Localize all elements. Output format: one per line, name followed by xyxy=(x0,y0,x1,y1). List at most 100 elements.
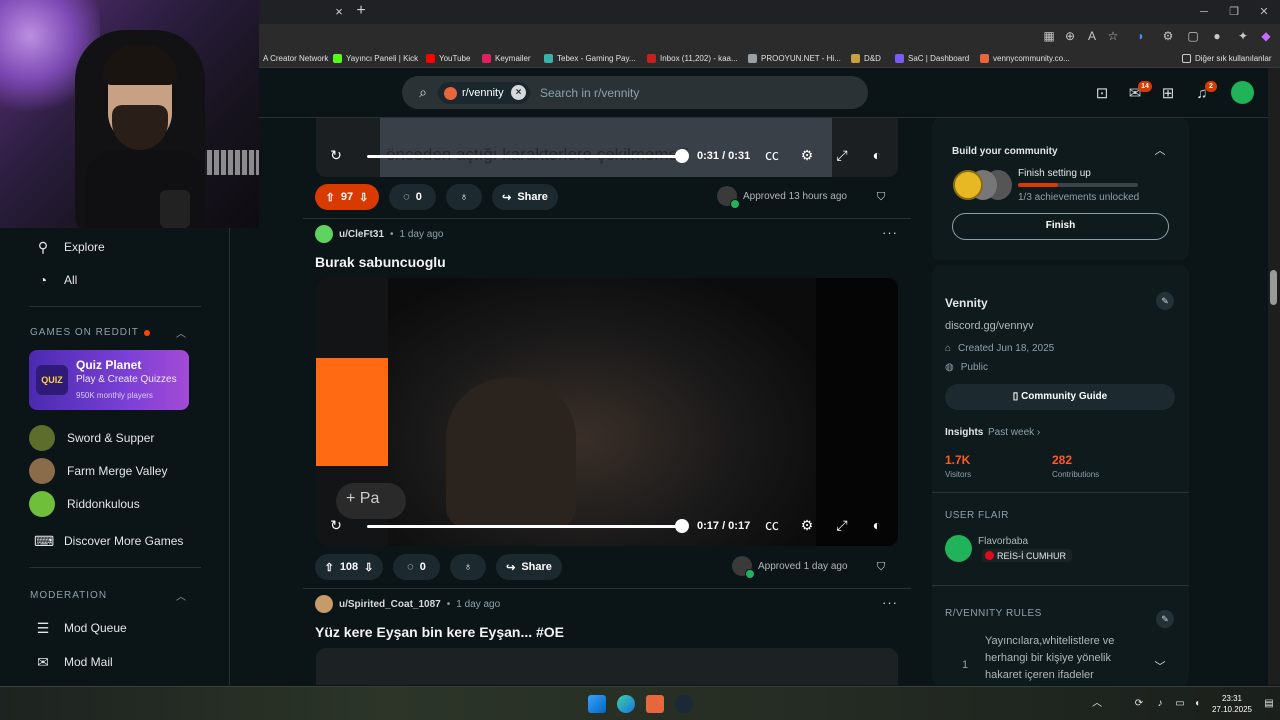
settings-gear-icon[interactable]: ⚙ xyxy=(798,146,816,164)
downvote-icon[interactable]: ⇩ xyxy=(359,191,368,204)
author-avatar[interactable] xyxy=(315,595,333,613)
video-player[interactable]: + Pa xyxy=(316,278,898,546)
community-guide-button[interactable]: ▯ Community Guide xyxy=(945,384,1175,410)
video-progress[interactable] xyxy=(367,155,681,158)
comments-button[interactable]: ◌ 0 xyxy=(389,184,436,210)
finish-button[interactable]: Finish xyxy=(952,213,1169,240)
close-tab-button[interactable]: × xyxy=(330,3,348,21)
app-icon[interactable]: ▦ xyxy=(1040,27,1058,45)
extension-icon[interactable]: ◗ xyxy=(1132,27,1150,45)
user-avatar[interactable] xyxy=(1229,79,1256,106)
sync-icon[interactable]: ⟳ xyxy=(1132,697,1146,711)
chevron-up-icon[interactable]: ︿ xyxy=(174,588,188,603)
upvote-icon[interactable]: ⇧ xyxy=(325,561,334,574)
fullscreen-icon[interactable]: ⤢ xyxy=(833,146,851,164)
search-input[interactable]: Search in r/vennity xyxy=(540,86,639,100)
vote-buttons[interactable]: ⇧ 108 ⇩ xyxy=(315,554,383,580)
volume-icon[interactable]: ◐ xyxy=(868,146,886,164)
captions-icon[interactable]: ㏄ xyxy=(763,146,781,164)
other-bookmarks[interactable]: Diğer sık kullanılanlar xyxy=(1182,51,1271,65)
video-progress[interactable] xyxy=(367,525,681,528)
video-scrubber[interactable] xyxy=(675,149,689,163)
new-tab-button[interactable]: + xyxy=(352,2,370,20)
game-riddonkulous[interactable]: Riddonkulous xyxy=(29,491,140,517)
steam-taskbar-icon[interactable] xyxy=(675,695,693,713)
bookmark-item[interactable]: Tebex - Gaming Pay... xyxy=(544,51,636,65)
mod-mail[interactable]: ✉ Mod Mail xyxy=(34,651,113,673)
more-options-icon[interactable]: ··· xyxy=(881,226,899,242)
replay-icon[interactable]: ↻ xyxy=(327,146,345,164)
create-icon[interactable]: ⊞ xyxy=(1158,84,1178,104)
app-a-icon[interactable] xyxy=(646,695,664,713)
author-avatar[interactable] xyxy=(315,225,333,243)
flair-tag[interactable]: REİS-İ CUMHUR xyxy=(982,549,1072,562)
steam-icon[interactable]: ● xyxy=(1208,27,1226,45)
nav-explore[interactable]: ⚲ Explore xyxy=(34,236,105,258)
share-button[interactable]: ↪ Share xyxy=(492,184,558,210)
bookmark-item[interactable]: D&D xyxy=(851,51,881,65)
captions-icon[interactable]: ㏄ xyxy=(763,516,781,534)
zoom-icon[interactable]: ⊕ xyxy=(1061,27,1079,45)
split-screen-icon[interactable]: ▢ xyxy=(1184,27,1202,45)
settings-gear-icon[interactable]: ⚙ xyxy=(798,516,816,534)
volume-icon[interactable]: ◐ xyxy=(868,516,886,534)
scrollbar-thumb[interactable] xyxy=(1270,270,1277,305)
downvote-icon[interactable]: ⇩ xyxy=(364,561,373,574)
replay-icon[interactable]: ↻ xyxy=(327,516,345,534)
bookmark-item[interactable]: SaC | Dashboard xyxy=(895,51,969,65)
comments-button[interactable]: ◌ 0 xyxy=(393,554,440,580)
bookmark-item[interactable]: YouTube xyxy=(426,51,470,65)
game-sword-supper[interactable]: Sword & Supper xyxy=(29,425,154,451)
mod-shield-icon[interactable]: ⛉ xyxy=(874,190,888,204)
start-icon[interactable] xyxy=(588,695,606,713)
mic-icon[interactable]: ♪ xyxy=(1153,697,1167,711)
clear-chip-icon[interactable]: × xyxy=(511,85,526,100)
read-aloud-icon[interactable]: A xyxy=(1083,27,1101,45)
video-player[interactable] xyxy=(316,648,898,685)
share-button[interactable]: ↪ Share xyxy=(496,554,562,580)
chevron-up-icon[interactable]: ︿ xyxy=(1153,142,1167,157)
bookmark-item[interactable]: Inbox (11,202) - kaa... xyxy=(647,51,738,65)
copilot-icon[interactable]: ◆ xyxy=(1257,27,1275,45)
edit-pencil-icon[interactable]: ✎ xyxy=(1156,610,1174,628)
bookmark-item[interactable]: PROOYUN.NET - Hi... xyxy=(748,51,841,65)
network-icon[interactable]: ▭ xyxy=(1173,697,1187,711)
chevron-up-icon[interactable]: ︿ xyxy=(174,325,188,340)
upvote-icon[interactable]: ⇧ xyxy=(326,191,335,204)
award-button[interactable]: ♁ xyxy=(450,554,486,580)
close-window-icon[interactable]: ✕ xyxy=(1254,3,1274,21)
volume-tray-icon[interactable]: ◖ xyxy=(1190,697,1204,711)
notification-center-icon[interactable]: ▤ xyxy=(1262,697,1276,711)
more-options-icon[interactable]: ··· xyxy=(881,596,899,612)
favorites-icon[interactable]: ✦ xyxy=(1234,27,1252,45)
minimize-icon[interactable]: ─ xyxy=(1194,3,1214,21)
edge-icon[interactable] xyxy=(617,695,635,713)
post-title[interactable]: Yüz kere Eyşan bin kere Eyşan... #OE xyxy=(315,624,564,640)
maximize-icon[interactable]: ❐ xyxy=(1224,3,1244,21)
discover-games[interactable]: ⌨ Discover More Games xyxy=(34,530,183,552)
bookmark-item[interactable]: vennycommunity.co... xyxy=(980,51,1070,65)
tray-chevron-icon[interactable]: ︿ xyxy=(1090,697,1104,711)
system-clock[interactable]: 23:31 27.10.2025 xyxy=(1206,693,1258,715)
rule-text[interactable]: Yayıncılara,whitelistlere ve herhangi bi… xyxy=(985,633,1140,685)
games-section-header[interactable]: GAMES ON REDDIT xyxy=(30,327,150,338)
bookmark-item[interactable]: Yayıncı Paneli | Kick xyxy=(333,51,418,65)
insights-period-dropdown[interactable]: Past week › xyxy=(988,427,1040,438)
favorite-star-icon[interactable]: ☆ xyxy=(1104,27,1122,45)
chevron-down-icon[interactable]: ﹀ xyxy=(1153,658,1167,673)
post-title[interactable]: Burak sabuncuoglu xyxy=(315,254,446,270)
advertise-icon[interactable]: ⊡ xyxy=(1092,84,1112,104)
award-button[interactable]: ♁ xyxy=(446,184,482,210)
bookmark-item[interactable]: A Creator Network xyxy=(250,51,328,65)
mod-shield-icon[interactable]: ⛉ xyxy=(874,560,888,574)
video-scrubber[interactable] xyxy=(675,519,689,533)
author-link[interactable]: u/Spirited_Coat_1087 xyxy=(339,599,441,610)
scrollbar-track[interactable] xyxy=(1268,68,1280,685)
game-farm-merge[interactable]: Farm Merge Valley xyxy=(29,458,167,484)
edit-pencil-icon[interactable]: ✎ xyxy=(1156,292,1174,310)
vote-buttons[interactable]: ⇧ 97 ⇩ xyxy=(315,184,379,210)
moderation-section-header[interactable]: MODERATION xyxy=(30,590,107,601)
mod-queue[interactable]: ☰ Mod Queue xyxy=(34,617,127,639)
author-link[interactable]: u/CleFt31 xyxy=(339,229,384,240)
extensions-icon[interactable]: ⚙ xyxy=(1159,27,1177,45)
